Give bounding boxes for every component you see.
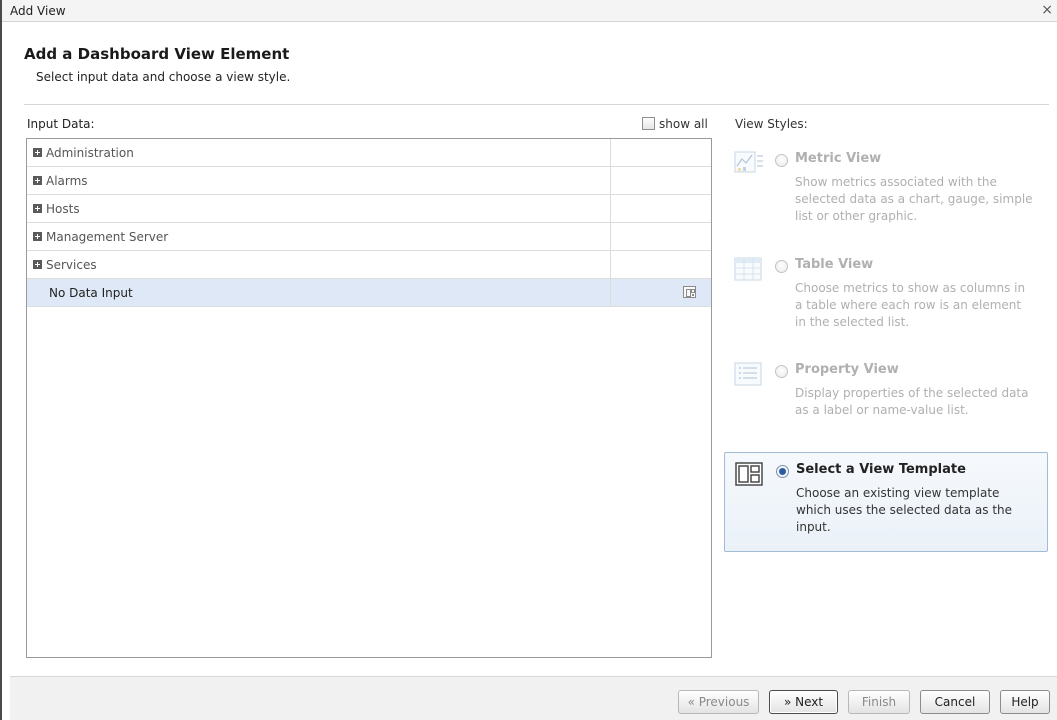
tree-row-label: Hosts [46,201,80,216]
property-view-radio[interactable] [775,365,788,378]
input-data-label: Input Data: [27,117,95,131]
table-view-title: Table View [795,257,874,272]
tree-row-cell: Alarms [27,167,611,194]
show-all-label: show all [659,116,708,131]
view-styles-label: View Styles: [735,117,808,131]
input-data-grid[interactable]: Administration Alarms Hosts Management S… [26,138,712,658]
close-icon[interactable]: × [1041,2,1053,18]
tree-row-label: Services [46,257,97,272]
property-list-icon [734,362,762,386]
page-subtitle: Select input data and choose a view styl… [36,70,291,84]
tree-row-hosts[interactable]: Hosts [27,195,711,223]
table-view-radio[interactable] [775,260,788,273]
view-template-title: Select a View Template [796,462,966,477]
tree-row-cell: No Data Input [27,279,611,306]
previous-button[interactable]: « Previous [678,690,759,714]
finish-button[interactable]: Finish [848,690,910,714]
tree-row-administration[interactable]: Administration [27,139,711,167]
tree-row-label: Alarms [46,173,88,188]
expand-icon[interactable] [33,204,42,213]
title-bar[interactable]: Add View × [2,0,1057,22]
view-style-metric: Metric View Show metrics associated with… [724,142,1048,240]
view-style-template[interactable]: Select a View Template Choose an existin… [724,452,1048,552]
view-template-icon[interactable] [683,286,696,298]
property-view-description: Display properties of the selected data … [795,386,1029,417]
view-template-icon [735,462,763,486]
metric-view-description: Show metrics associated with the selecte… [795,175,1033,223]
expand-icon[interactable] [33,232,42,241]
tree-row-cell: Administration [27,139,611,166]
metric-chart-icon [734,151,763,173]
view-template-radio[interactable] [776,465,789,478]
tree-row-label: Administration [46,145,134,160]
metric-view-title: Metric View [795,151,882,166]
show-all-checkbox[interactable] [642,117,655,130]
help-button[interactable]: Help [1000,690,1050,714]
view-template-description: Choose an existing view template which u… [796,486,1013,534]
property-view-title: Property View [795,362,899,377]
add-view-dialog: Add View × Add a Dashboard View Element … [0,0,1057,720]
header-divider [24,104,1049,105]
metric-view-radio[interactable] [775,154,788,167]
tree-row-label: Management Server [46,229,169,244]
next-button[interactable]: » Next [769,690,838,714]
tree-row-services[interactable]: Services [27,251,711,279]
tree-row-label: No Data Input [49,285,133,300]
tree-row-cell: Services [27,251,611,278]
table-icon [734,257,762,281]
window-title: Add View [10,4,66,18]
expand-icon[interactable] [33,176,42,185]
expand-icon[interactable] [33,260,42,269]
show-all-toggle[interactable]: show all [642,116,708,131]
table-view-description: Choose metrics to show as columns in a t… [795,281,1026,329]
tree-row-cell: Hosts [27,195,611,222]
tree-row-cell: Management Server [27,223,611,250]
cancel-button[interactable]: Cancel [920,690,990,714]
tree-row-management-server[interactable]: Management Server [27,223,711,251]
page-title: Add a Dashboard View Element [24,45,290,63]
view-style-table: Table View Choose metrics to show as col… [724,248,1048,346]
tree-row-alarms[interactable]: Alarms [27,167,711,195]
expand-icon[interactable] [33,148,42,157]
view-style-property: Property View Display properties of the … [724,353,1048,451]
tree-row-no-data-input[interactable]: No Data Input [27,279,711,307]
